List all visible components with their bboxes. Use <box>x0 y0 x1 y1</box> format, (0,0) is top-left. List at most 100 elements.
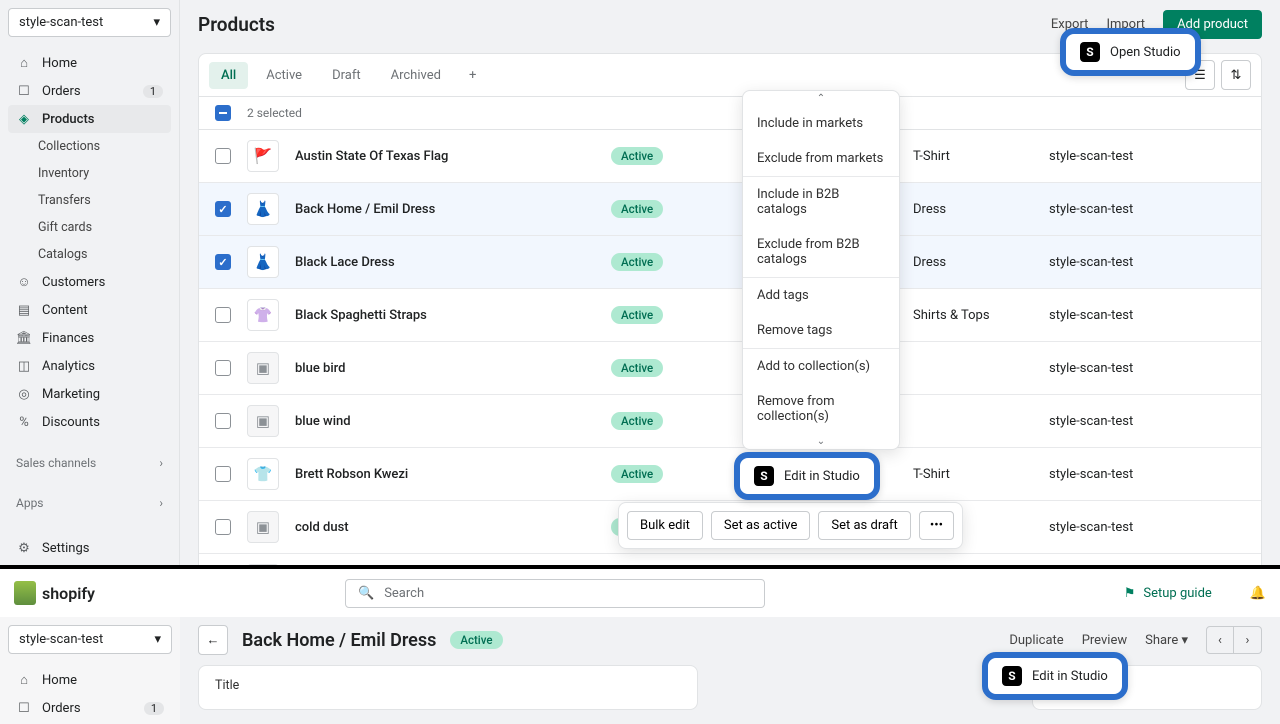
bulk-set-draft-button[interactable]: Set as draft <box>818 511 910 540</box>
nav-label: Orders <box>42 84 81 99</box>
home-icon: ⌂ <box>16 55 32 71</box>
caret-down-icon: ▾ <box>154 632 161 647</box>
table-row[interactable]: 👕Brett Robson KweziActiveT-Shirtstyle-sc… <box>199 448 1261 501</box>
row-checkbox[interactable] <box>215 307 231 323</box>
store-selector[interactable]: style-scan-test ▾ <box>8 8 171 37</box>
open-studio-callout[interactable]: S Open Studio <box>1060 28 1201 76</box>
nav-finances[interactable]: 🏛Finances <box>8 324 171 352</box>
edit-studio-callout[interactable]: S Edit in Studio <box>734 452 880 500</box>
nav-analytics[interactable]: ◫Analytics <box>8 352 171 380</box>
row-checkbox[interactable] <box>215 360 231 376</box>
nav-label: Apps <box>16 496 44 510</box>
bulk-action-bar: Bulk edit Set as active Set as draft ••• <box>618 502 963 549</box>
nav-label: Inventory <box>38 166 89 181</box>
analytics-icon: ◫ <box>16 358 32 374</box>
row-checkbox[interactable] <box>215 519 231 535</box>
nav-label: Discounts <box>42 415 100 430</box>
table-row[interactable]: ▣cold moonstyle-scan-test <box>199 554 1261 565</box>
menu-include-b2b[interactable]: Include in B2B catalogs <box>743 177 899 227</box>
row-checkbox[interactable] <box>215 201 231 217</box>
nav-apps[interactable]: Apps› <box>8 490 171 516</box>
row-checkbox[interactable] <box>215 466 231 482</box>
shopify-bag-icon <box>14 581 36 605</box>
scroll-down-icon[interactable]: ⌄ <box>743 434 899 449</box>
nav-settings[interactable]: ⚙Settings <box>8 534 171 562</box>
bulk-edit-button[interactable]: Bulk edit <box>627 511 703 540</box>
search-icon: 🔍 <box>358 586 374 601</box>
nav-sales-channels[interactable]: Sales channels› <box>8 450 171 476</box>
setup-guide-link[interactable]: ⚑ Setup guide <box>1124 586 1212 601</box>
tab-active[interactable]: Active <box>254 62 314 89</box>
next-button[interactable]: › <box>1234 626 1262 654</box>
logo-text: shopify <box>42 584 95 603</box>
tab-archived[interactable]: Archived <box>379 62 453 89</box>
home-icon: ⌂ <box>16 672 32 688</box>
nav-catalogs[interactable]: Catalogs <box>8 241 171 268</box>
nav-collections[interactable]: Collections <box>8 133 171 160</box>
preview-link[interactable]: Preview <box>1082 633 1127 648</box>
row-checkbox[interactable] <box>215 148 231 164</box>
tab-all[interactable]: All <box>209 62 248 89</box>
back-button[interactable]: ← <box>198 625 228 655</box>
product-thumb: 👗 <box>247 246 279 278</box>
table-row[interactable]: 👗Black Lace DressActiveDressstyle-scan-t… <box>199 236 1261 289</box>
nav-discounts[interactable]: % Discounts <box>8 408 171 436</box>
nav-customers[interactable]: ☺Customers <box>8 268 171 296</box>
scroll-up-icon[interactable]: ⌃ <box>743 91 899 106</box>
detail-status: Active <box>450 631 502 649</box>
discounts-icon: % <box>16 414 32 430</box>
nav-transfers[interactable]: Transfers <box>8 187 171 214</box>
product-name: Austin State Of Texas Flag <box>295 149 595 164</box>
table-row[interactable]: 🚩Austin State Of Texas FlagActiveT-Shirt… <box>199 130 1261 183</box>
product-name: blue wind <box>295 414 595 429</box>
menu-add-collections[interactable]: Add to collection(s) <box>743 349 899 384</box>
table-row[interactable]: 👚Black Spaghetti StrapsActiveShirts & To… <box>199 289 1261 342</box>
bulk-more-button[interactable]: ••• <box>919 511 954 540</box>
table-row[interactable]: 👗Back Home / Emil DressActiveDressstyle-… <box>199 183 1261 236</box>
nav-label: Finances <box>42 331 94 346</box>
product-thumb: ▣ <box>247 511 279 543</box>
menu-include-markets[interactable]: Include in markets <box>743 106 899 141</box>
menu-remove-tags[interactable]: Remove tags <box>743 313 899 348</box>
nav-marketing[interactable]: ◎Marketing <box>8 380 171 408</box>
select-all-checkbox[interactable] <box>215 105 231 121</box>
content-icon: ▤ <box>16 302 32 318</box>
sort-button[interactable]: ⇅ <box>1221 60 1251 90</box>
tab-add[interactable]: + <box>459 64 486 87</box>
product-vendor: style-scan-test <box>1049 308 1245 323</box>
nav-orders-bottom[interactable]: ☐Orders1 <box>8 694 172 722</box>
nav-home[interactable]: ⌂Home <box>8 49 171 77</box>
row-checkbox[interactable] <box>215 254 231 270</box>
nav-gift-cards[interactable]: Gift cards <box>8 214 171 241</box>
menu-remove-collections[interactable]: Remove from collection(s) <box>743 384 899 434</box>
share-link[interactable]: Share ▾ <box>1145 633 1188 648</box>
bulk-context-menu: ⌃ Include in markets Exclude from market… <box>742 90 900 450</box>
search-input[interactable]: 🔍 Search <box>345 579 765 608</box>
table-row[interactable]: ▣blue windActivestyle-scan-test <box>199 395 1261 448</box>
studio-icon: S <box>1002 666 1022 686</box>
product-vendor: style-scan-test <box>1049 149 1245 164</box>
arrow-left-icon: ← <box>207 632 220 648</box>
tab-draft[interactable]: Draft <box>320 62 373 89</box>
table-row[interactable]: ▣blue birdActivestyle-scan-test <box>199 342 1261 395</box>
nav-inventory[interactable]: Inventory <box>8 160 171 187</box>
store-selector-bottom[interactable]: style-scan-test ▾ <box>8 625 172 654</box>
shopify-logo[interactable]: shopify <box>14 581 95 605</box>
bottom-section: shopify 🔍 Search ⚑ Setup guide 🔔 style-s… <box>0 565 1280 720</box>
prev-button[interactable]: ‹ <box>1206 626 1234 654</box>
menu-add-tags[interactable]: Add tags <box>743 278 899 313</box>
nav-home-bottom[interactable]: ⌂Home <box>8 666 172 694</box>
menu-exclude-b2b[interactable]: Exclude from B2B catalogs <box>743 227 899 277</box>
product-thumb: ▣ <box>247 352 279 384</box>
bulk-set-active-button[interactable]: Set as active <box>711 511 811 540</box>
nav-products[interactable]: ◈Products <box>8 105 171 133</box>
duplicate-link[interactable]: Duplicate <box>1009 633 1063 648</box>
edit-studio-callout-bottom[interactable]: S Edit in Studio <box>982 652 1128 700</box>
menu-exclude-markets[interactable]: Exclude from markets <box>743 141 899 176</box>
orders-badge: 1 <box>143 85 163 98</box>
product-name: cold dust <box>295 520 595 535</box>
bell-icon[interactable]: 🔔 <box>1250 586 1266 601</box>
row-checkbox[interactable] <box>215 413 231 429</box>
nav-orders[interactable]: ☐Orders1 <box>8 77 171 105</box>
nav-content[interactable]: ▤Content <box>8 296 171 324</box>
